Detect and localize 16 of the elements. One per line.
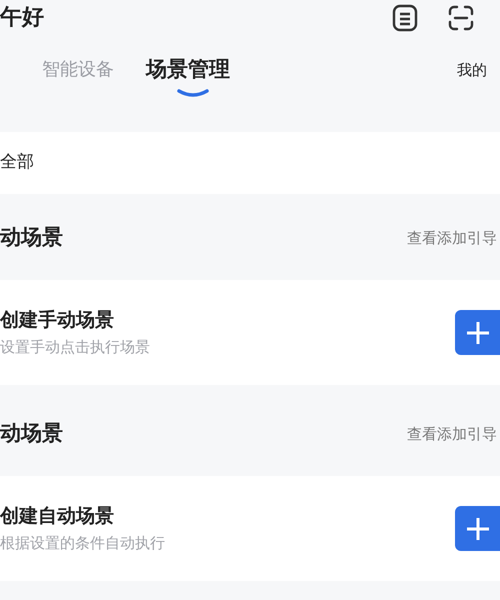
add-button[interactable] <box>455 506 500 551</box>
tab[interactable]: 场景管理 <box>146 59 230 80</box>
tab-indicator <box>177 89 209 97</box>
plus-icon <box>466 320 490 344</box>
section-title: 动场景 <box>0 420 63 448</box>
filter-row[interactable]: 全部 <box>0 132 500 194</box>
document-icon[interactable] <box>392 4 418 32</box>
guide-link[interactable]: 查看添加引导 <box>407 422 500 446</box>
card-subtitle: 设置手动点击执行场景 <box>0 340 150 354</box>
plus-icon <box>466 516 490 540</box>
guide-link[interactable]: 查看添加引导 <box>407 226 500 250</box>
add-button[interactable] <box>455 310 500 355</box>
home-selector[interactable]: 我的 <box>457 59 500 78</box>
scan-icon[interactable] <box>448 5 474 31</box>
card-subtitle: 根据设置的条件自动执行 <box>0 536 165 550</box>
section-title: 动场景 <box>0 224 63 252</box>
